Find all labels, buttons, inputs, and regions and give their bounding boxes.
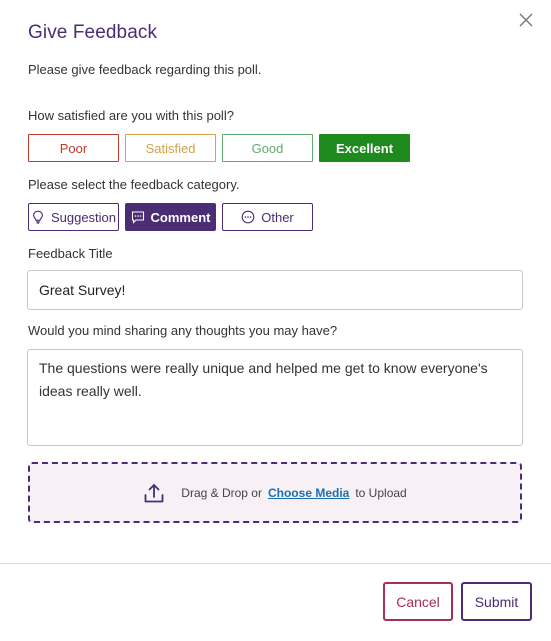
feedback-title-label: Feedback Title	[28, 246, 113, 261]
media-dropzone[interactable]: Drag & Drop or Choose Media to Upload	[28, 462, 522, 523]
rating-good-button[interactable]: Good	[222, 134, 313, 162]
category-options: Suggestion Comment Other	[28, 203, 313, 231]
dialog-title: Give Feedback	[28, 22, 158, 43]
feedback-title-input[interactable]: Great Survey!	[27, 270, 523, 310]
close-icon	[519, 13, 533, 27]
cancel-button[interactable]: Cancel	[383, 582, 453, 621]
thoughts-label: Would you mind sharing any thoughts you …	[28, 323, 338, 338]
category-suggestion-button[interactable]: Suggestion	[28, 203, 119, 231]
upload-icon	[144, 483, 164, 502]
thoughts-textarea[interactable]: The questions were really unique and hel…	[27, 349, 523, 446]
close-button[interactable]	[514, 8, 538, 32]
dialog-subtitle: Please give feedback regarding this poll…	[28, 62, 262, 77]
satisfaction-question: How satisfied are you with this poll?	[28, 108, 234, 123]
footer-divider	[0, 563, 551, 564]
submit-button[interactable]: Submit	[461, 582, 532, 621]
category-other-button[interactable]: Other	[222, 203, 313, 231]
comment-icon	[131, 211, 144, 224]
more-circle-icon	[241, 210, 255, 224]
lightbulb-icon	[33, 210, 43, 224]
category-comment-label: Comment	[150, 209, 211, 225]
category-suggestion-label: Suggestion	[50, 209, 117, 225]
choose-media-link[interactable]: Choose Media	[268, 486, 349, 500]
rating-satisfied-button[interactable]: Satisfied	[125, 134, 216, 162]
rating-poor-button[interactable]: Poor	[28, 134, 119, 162]
rating-excellent-button[interactable]: Excellent	[319, 134, 410, 162]
satisfaction-options: Poor Satisfied Good Excellent	[28, 134, 410, 162]
category-other-label: Other	[261, 209, 294, 225]
dropzone-suffix: to Upload	[355, 485, 407, 500]
feedback-dialog: Give Feedback Please give feedback regar…	[0, 0, 551, 641]
category-comment-button[interactable]: Comment	[125, 203, 216, 231]
category-question: Please select the feedback category.	[28, 177, 240, 192]
dropzone-prefix: Drag & Drop or	[181, 485, 262, 500]
